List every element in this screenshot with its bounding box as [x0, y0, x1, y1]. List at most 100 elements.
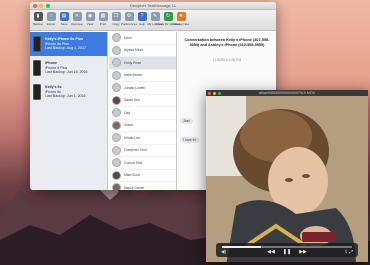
device-list: Kelly's iPhone 8s Plus iPhone 8s Plus Last… — [30, 32, 108, 190]
license-icon: ✎ — [150, 12, 160, 21]
fast-forward-icon[interactable]: ▶▶ — [299, 249, 307, 255]
contact-item[interactable]: Connor Ellis — [109, 157, 176, 170]
contact-item[interactable]: Jordan Lowell — [109, 82, 176, 95]
toolbar-label: Review Now — [172, 22, 190, 26]
contact-item[interactable]: Emily Rose — [109, 57, 176, 70]
conversation-title: Conversation between Kelly's iPhone (407… — [184, 38, 270, 47]
print-icon: ▦ — [98, 12, 108, 21]
toolbar-label: Save — [60, 22, 68, 26]
iphone-icon — [33, 60, 41, 76]
device-item[interactable]: Kelly's 6s iPhone 6s Last Backup: Jun 1, 2… — [30, 80, 107, 104]
contact-item[interactable]: Grace — [109, 120, 176, 132]
contact-item[interactable]: Mom — [109, 32, 176, 45]
avatar — [112, 45, 121, 55]
toolbar-save-button[interactable]: ▤ Save — [58, 12, 70, 26]
player-controls: ◀) ◀◀ ❚❚ ▶▶ ⇪ ⤢ — [216, 243, 358, 257]
toolbar-backup-button[interactable]: ▮ Backup — [32, 12, 44, 26]
scrub-progress — [222, 246, 261, 248]
pause-icon[interactable]: ❚❚ — [283, 249, 291, 255]
remove-icon: ✕ — [72, 12, 82, 21]
review-icon: ★ — [176, 12, 186, 21]
preferences-icon: ⚙ — [124, 12, 134, 21]
toolbar-label: Export — [46, 22, 56, 26]
avatar — [112, 158, 121, 168]
view-icon: ◉ — [85, 12, 95, 21]
contact-name: Emily Rose — [124, 60, 142, 65]
contact-item[interactable]: Dad — [109, 107, 176, 120]
title-bar: Decipher TextMessage 11 — [30, 2, 276, 10]
player-title: afhan9400000000039097910.MOV — [258, 91, 316, 95]
contact-name: Computer Tech — [124, 148, 147, 153]
contact-item[interactable]: Katie Brown — [109, 70, 176, 82]
avatar — [112, 120, 121, 130]
device-last-backup: Last Backup: Aug 1, 2017 — [45, 46, 86, 51]
toolbar-label: Remove — [71, 22, 83, 26]
phone-backup-icon: ▮ — [33, 12, 43, 21]
contact-name: Katie Brown — [124, 73, 143, 78]
help-icon: ? — [137, 12, 147, 21]
avatar — [112, 145, 121, 155]
contact-item[interactable]: Kristin Lee — [109, 132, 176, 145]
toolbar: ▮ Backup ↑ Export ▤ Save ✕ Remove ◉ View ▦ Print ❐ Co… — [30, 10, 276, 31]
device-info: Kelly's iPhone 8s Plus iPhone 8s Plus Last… — [45, 37, 86, 51]
contact-item[interactable]: Sarah Kim — [109, 95, 176, 107]
contact-name: Kristin Lee — [124, 135, 141, 140]
device-last-backup: Last Backup: Jun 1, 2016 — [45, 94, 86, 99]
toolbar-label: Print — [99, 22, 107, 26]
export-icon: ↑ — [46, 12, 56, 21]
toolbar-label: Backup — [32, 22, 43, 26]
toolbar-export-button[interactable]: ↑ Export — [45, 12, 57, 26]
copy-icon: ❐ — [111, 12, 121, 21]
contact-name: Jordan Lowell — [124, 85, 145, 90]
avatar — [112, 83, 121, 93]
save-icon: ▤ — [59, 12, 69, 21]
transport-controls: ◀◀ ❚❚ ▶▶ — [216, 249, 358, 255]
device-info: Kelly's 6s iPhone 6s Last Backup: Jun 1, 2… — [45, 85, 86, 99]
avatar — [112, 108, 121, 118]
device-item[interactable]: Kelly's iPhone 8s Plus iPhone 8s Plus Last… — [30, 32, 107, 56]
updates-icon: ↻ — [163, 12, 173, 21]
contact-item[interactable]: Computer Tech — [109, 145, 176, 157]
contact-name: Sarah Kim — [124, 98, 140, 103]
avatar — [112, 170, 121, 180]
window-title: Decipher TextMessage 11 — [130, 3, 176, 8]
device-item[interactable]: iPhone iPhone 8 Plus Last Backup: Jun 15, … — [30, 56, 107, 80]
contact-item[interactable]: Alyssa Miner — [109, 45, 176, 57]
contact-name: Mike Scott — [124, 173, 140, 178]
toolbar-print-button[interactable]: ▦ Print — [97, 12, 109, 26]
toolbar-label: Preferences — [120, 22, 138, 26]
share-icon[interactable]: ⇪ ⤢ — [344, 249, 353, 255]
toolbar-view-button[interactable]: ◉ View — [84, 12, 96, 26]
toolbar-label: View — [86, 22, 94, 26]
avatar — [112, 133, 121, 143]
contact-name: Grace — [124, 123, 134, 128]
avatar — [112, 33, 121, 43]
avatar — [112, 183, 121, 190]
contact-name: Nancy Daniel — [124, 185, 145, 190]
iphone-icon — [33, 36, 41, 52]
toolbar-help-button[interactable]: ? Help — [136, 12, 148, 26]
device-info: iPhone iPhone 8 Plus Last Backup: Jun 15, … — [45, 61, 88, 75]
avatar — [112, 58, 121, 68]
scrub-bar[interactable] — [222, 246, 352, 248]
toolbar-label: Help — [138, 22, 146, 26]
contact-name: Dad — [124, 110, 131, 115]
message-bubble-1: Just — [180, 118, 193, 124]
video-frame[interactable]: ◀) ◀◀ ❚❚ ▶▶ ⇪ ⤢ — [206, 96, 368, 262]
rewind-icon[interactable]: ◀◀ — [267, 249, 275, 255]
contact-item[interactable]: Mike Scott — [109, 170, 176, 182]
contact-name: Mom — [124, 35, 132, 40]
message-bubble-2: I love th — [180, 137, 199, 143]
toolbar-review-now-button[interactable]: ★ Review Now — [172, 12, 190, 26]
avatar — [112, 95, 121, 105]
toolbar-remove-button[interactable]: ✕ Remove — [71, 12, 83, 26]
message-timestamp: 11/3/2016 6:26 PM — [212, 58, 242, 62]
contact-name: Alyssa Miner — [124, 48, 144, 53]
video-player-window: afhan9400000000039097910.MOV ◀) ◀◀ ❚❚ ▶▶… — [206, 90, 368, 262]
toolbar-label: Copy — [112, 22, 120, 26]
toolbar-preferences-button[interactable]: ⚙ Preferences — [120, 12, 138, 26]
contact-list: Mom Alyssa Miner Emily Rose Katie Brown Jord… — [109, 32, 177, 190]
avatar — [112, 70, 121, 80]
contact-item[interactable]: Nancy Daniel — [109, 182, 176, 190]
contact-name: Connor Ellis — [124, 160, 143, 165]
